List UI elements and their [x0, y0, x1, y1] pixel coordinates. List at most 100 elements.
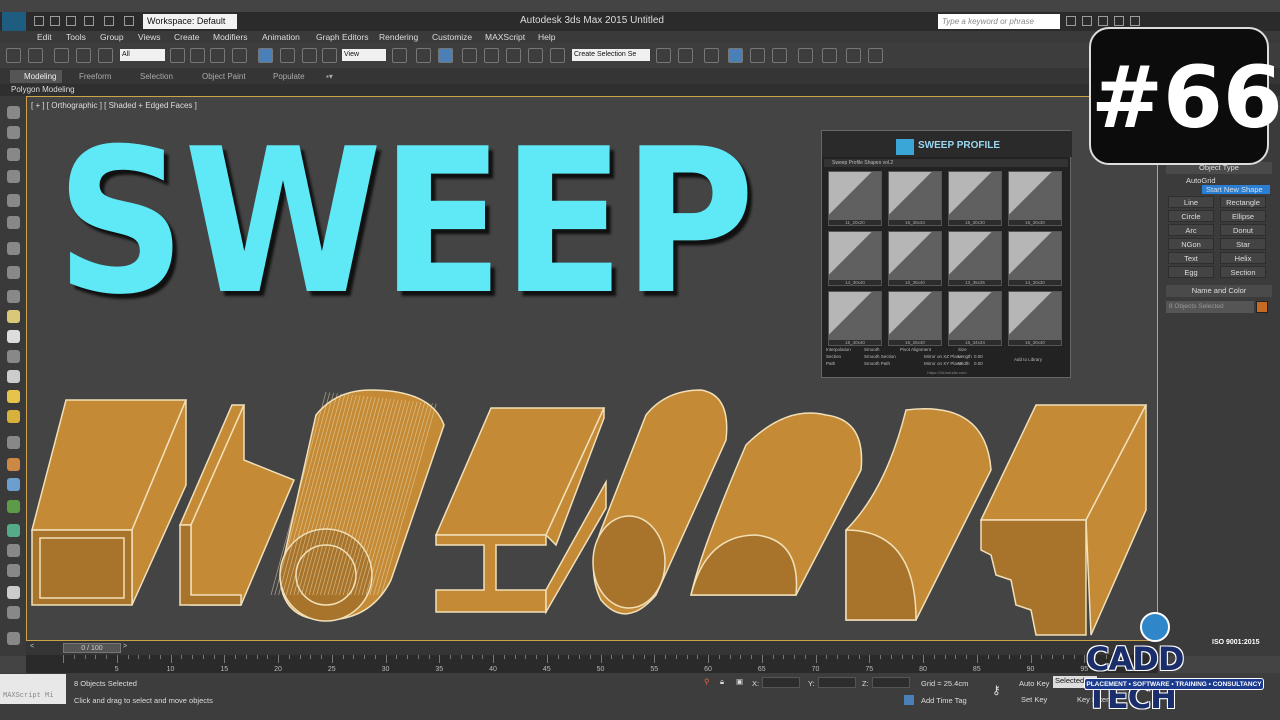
mirror-xy-checkbox[interactable]: Mirror on XY Plane	[924, 361, 962, 366]
camera-icon[interactable]	[7, 216, 20, 229]
time-prev-icon[interactable]: <	[30, 643, 34, 650]
molding-front[interactable]	[980, 519, 1087, 636]
toggle-ribbon-icon[interactable]	[728, 48, 743, 63]
select-and-rotate-icon[interactable]	[280, 48, 295, 63]
selection-lock-icon[interactable]: 🔒︎	[720, 677, 724, 687]
create-egg-button[interactable]: Egg	[1168, 266, 1214, 278]
modifier-icon[interactable]	[7, 458, 20, 471]
tab-object-paint[interactable]: Object Paint	[202, 72, 246, 81]
biped-icon[interactable]	[7, 350, 20, 363]
render-setup-icon[interactable]	[822, 48, 837, 63]
smooth-section-checkbox[interactable]: Smooth Section	[864, 354, 896, 359]
profile-thumbnail[interactable]: 16_26x40	[888, 291, 942, 346]
start-new-shape-checkbox[interactable]: Start New Shape	[1202, 185, 1270, 194]
object-name-field[interactable]: 8 Objects Selected	[1166, 301, 1254, 313]
redo-arrow-icon[interactable]	[28, 48, 43, 63]
profile-thumbnail[interactable]: 13_35x35	[948, 231, 1002, 286]
unlink-icon[interactable]	[76, 48, 91, 63]
help-icon[interactable]	[1130, 16, 1140, 26]
ribbon-options-icon[interactable]: ▪▾	[326, 72, 333, 81]
select-and-move-icon[interactable]	[258, 48, 273, 63]
selection-filter-dropdown[interactable]: All	[120, 49, 165, 61]
create-ngon-button[interactable]: NGon	[1168, 238, 1214, 250]
create-ellipse-button[interactable]: Ellipse	[1220, 210, 1266, 222]
undo-arrow-icon[interactable]	[6, 48, 21, 63]
mirror-icon[interactable]	[656, 48, 671, 63]
helper-icon[interactable]	[7, 242, 20, 255]
menu-graph-editors[interactable]: Graph Editors	[316, 32, 368, 42]
create-rectangle-button[interactable]: Rectangle	[1220, 196, 1266, 208]
menu-modifiers[interactable]: Modifiers	[213, 32, 247, 42]
search-input[interactable]: Type a keyword or phrase	[938, 14, 1060, 29]
undo-icon[interactable]	[84, 16, 94, 26]
snaps-toggle-icon[interactable]	[462, 48, 477, 63]
menu-maxscript[interactable]: MAXScript	[485, 32, 525, 42]
create-donut-button[interactable]: Donut	[1220, 224, 1266, 236]
material-editor-icon[interactable]	[798, 48, 813, 63]
sun-icon[interactable]	[7, 390, 20, 403]
subscription-icon[interactable]	[1082, 16, 1092, 26]
rect-tube-front[interactable]	[31, 529, 133, 606]
create-section-button[interactable]: Section	[1220, 266, 1266, 278]
autogrid-checkbox[interactable]: AutoGrid	[1166, 176, 1271, 185]
menu-help[interactable]: Help	[538, 32, 555, 42]
isolate-selection-icon[interactable]: ⚲	[704, 677, 710, 686]
select-and-place-icon[interactable]	[322, 48, 337, 63]
absolute-mode-icon[interactable]: ▣	[736, 677, 743, 686]
create-text-button[interactable]: Text	[1168, 252, 1214, 264]
z-coordinate-field[interactable]	[872, 677, 910, 688]
create-helix-button[interactable]: Helix	[1220, 252, 1266, 264]
key-icon[interactable]: ⚷	[992, 683, 1001, 697]
select-object-icon[interactable]	[170, 48, 185, 63]
object-color-swatch-fill[interactable]	[1256, 301, 1268, 313]
grid-icon[interactable]	[7, 606, 20, 619]
reference-coordinate-dropdown[interactable]: View	[342, 49, 386, 61]
spinner-snap-icon[interactable]	[528, 48, 543, 63]
align-icon[interactable]	[678, 48, 693, 63]
cloth-icon[interactable]	[7, 290, 20, 303]
named-selection-sets-dropdown[interactable]: Create Selection Se	[572, 49, 650, 61]
profile-thumbnail[interactable]: 16_30x30	[1008, 171, 1062, 226]
menu-tools[interactable]: Tools	[66, 32, 86, 42]
profile-thumbnail[interactable]: 16_36x34	[888, 171, 942, 226]
plant-icon[interactable]	[7, 524, 20, 537]
add-to-library-button[interactable]: Add to Library	[1014, 357, 1042, 362]
menu-edit[interactable]: Edit	[37, 32, 52, 42]
profile-thumbnail[interactable]: 15_40x40	[828, 291, 882, 346]
bind-to-space-warp-icon[interactable]	[98, 48, 113, 63]
x-coordinate-field[interactable]	[762, 677, 800, 688]
track-bar[interactable]: 5 10 15 20 25 30 35 40 45 50 55 60 65 70 75 80 85 90 95	[26, 655, 1158, 673]
maxscript-listener[interactable]: MAXScript Mi	[0, 674, 66, 704]
tab-populate[interactable]: Populate	[273, 72, 305, 81]
hair-icon[interactable]	[7, 564, 20, 577]
geosphere-icon[interactable]	[7, 330, 20, 343]
network-icon[interactable]	[7, 478, 20, 491]
set-key-button[interactable]: Set Key	[1021, 695, 1047, 704]
layer-explorer-icon[interactable]	[704, 48, 719, 63]
curve-editor-icon[interactable]	[750, 48, 765, 63]
edit-named-selection-icon[interactable]	[550, 48, 565, 63]
length-input[interactable]: 0.00	[974, 354, 983, 359]
pivot-center-icon[interactable]	[392, 48, 407, 63]
project-folder-icon[interactable]	[124, 16, 134, 26]
select-by-name-icon[interactable]	[190, 48, 205, 63]
auto-key-button[interactable]: Auto Key	[1019, 679, 1049, 688]
cylinder-icon[interactable]	[7, 148, 20, 161]
percent-snap-icon[interactable]	[506, 48, 521, 63]
cone-icon[interactable]	[7, 370, 20, 383]
tab-modeling[interactable]: Modeling	[10, 70, 62, 83]
profile-thumbnail[interactable]: 16_34x34	[948, 291, 1002, 346]
keyboard-shortcut-override-icon[interactable]	[438, 48, 453, 63]
width-input[interactable]: 0.00	[974, 361, 983, 366]
teapot-icon[interactable]	[7, 106, 20, 119]
workspace-dropdown[interactable]: Workspace: Default	[143, 14, 237, 29]
profile-thumbnail[interactable]: 14_30x40	[828, 231, 882, 286]
name-and-color-rollout[interactable]: Name and Color	[1166, 285, 1272, 297]
create-arc-button[interactable]: Arc	[1168, 224, 1214, 236]
box-icon[interactable]	[7, 126, 20, 139]
profile-thumbnail[interactable]: 14_30x30	[1008, 231, 1062, 286]
mirror-xz-checkbox[interactable]: Mirror on XZ Plane	[924, 354, 962, 359]
half-pipe-end[interactable]	[592, 515, 666, 609]
redo-icon[interactable]	[104, 16, 114, 26]
schematic-view-icon[interactable]	[772, 48, 787, 63]
